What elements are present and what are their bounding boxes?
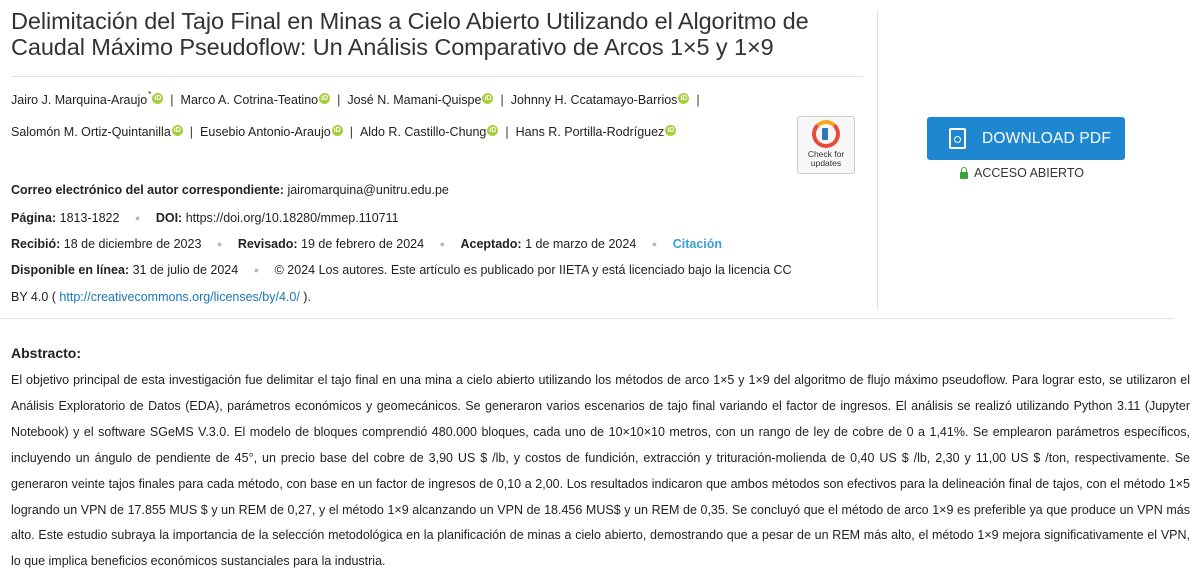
download-pdf-button[interactable]: DOWNLOAD PDF (927, 117, 1125, 160)
separator-dot: ● (439, 239, 445, 249)
abstract-heading: Abstracto: (11, 345, 82, 361)
section-divider (0, 318, 1174, 319)
author-name[interactable]: Salomón M. Ortiz-Quintanilla (11, 125, 171, 139)
email-label: Correo electrónico del autor correspondi… (11, 183, 284, 197)
citation-link[interactable]: Citación (673, 237, 722, 251)
column-divider (877, 10, 878, 310)
email-row: Correo electrónico del autor correspondi… (11, 183, 449, 197)
license-text: © 2024 Los autores. Este artículo es pub… (274, 263, 792, 277)
page-label: Página: (11, 211, 57, 225)
orcid-icon[interactable]: iD (482, 93, 494, 104)
author-name[interactable]: José N. Mamani-Quispe (347, 93, 481, 107)
crossmark-icon (812, 120, 840, 148)
open-access-label: ACCESO ABIERTO (974, 166, 1084, 180)
page-doi-row: Página: 1813-1822 ● DOI: https://doi.org… (11, 211, 399, 225)
license-continuation-row: BY 4.0 ( http://creativecommons.org/lice… (11, 290, 311, 304)
author-separator: | (170, 93, 174, 107)
open-lock-icon (960, 166, 968, 179)
author-list: Jairo J. Marquina-Araujo* iD | Marco A. Cot… (11, 85, 781, 143)
online-license-row: Disponible en línea: 31 de julio de 2024… (11, 263, 792, 277)
open-access-indicator: ACCESO ABIERTO (960, 166, 1084, 180)
doi-value: https://doi.org/10.18280/mmep.110711 (185, 211, 399, 225)
online-label: Disponible en línea: (11, 263, 130, 277)
dates-row: Recibió: 18 de diciembre de 2023 ● Revis… (11, 237, 722, 251)
orcid-icon[interactable]: iD (319, 93, 331, 104)
download-pdf-label: DOWNLOAD PDF (982, 129, 1111, 147)
author-separator: | (189, 125, 194, 139)
accepted-label: Aceptado: (460, 237, 522, 251)
orcid-icon[interactable]: iD (152, 93, 164, 104)
author-name[interactable]: Marco A. Cotrina-Teatino (181, 93, 319, 107)
separator-dot: ● (651, 239, 658, 249)
author-line-2: Salomón M. Ortiz-Quintanilla iD | Eusebio A… (11, 122, 781, 143)
license-continuation: BY 4.0 ( (11, 290, 56, 304)
orcid-icon[interactable]: iD (171, 125, 183, 136)
author-line-1: Jairo J. Marquina-Araujo* iD | Marco A. Cot… (11, 85, 781, 107)
check-for-updates-badge[interactable]: Check for updates (797, 116, 855, 174)
orcid-icon[interactable]: iD (487, 125, 499, 136)
revised-label: Revisado: (237, 237, 298, 251)
online-date: 31 de julio de 2024 (132, 263, 239, 277)
badge-line-2: updates (810, 158, 842, 168)
author-name[interactable]: Eusebio Antonio-Araujo (200, 125, 331, 139)
badge-label: Check for updates (798, 150, 854, 168)
separator-dot: ● (134, 213, 141, 223)
author-name[interactable]: Aldo R. Castillo-Chung (360, 125, 486, 139)
orcid-icon[interactable]: iD (331, 125, 343, 136)
article-title: Delimitación del Tajo Final en Minas a C… (11, 8, 809, 60)
abstract-text: El objetivo principal de esta investigac… (11, 373, 1190, 569)
doi-label: DOI: (155, 211, 183, 225)
received-date: 18 de diciembre de 2023 (63, 237, 202, 251)
pdf-file-icon (949, 128, 966, 149)
author-separator: | (349, 125, 353, 139)
author-separator: | (505, 125, 509, 139)
received-label: Recibió: (11, 237, 61, 251)
author-separator: | (500, 93, 504, 107)
accepted-date: 1 de marzo de 2024 (525, 237, 637, 251)
author-separator: | (696, 93, 700, 107)
author-separator: | (337, 93, 341, 107)
license-url-link[interactable]: http://creativecommons.org/licenses/by/4… (59, 290, 299, 304)
corresponding-author-mark: * (148, 90, 152, 99)
article-header: Delimitación del Tajo Final en Minas a C… (11, 8, 863, 143)
separator-dot: ● (216, 239, 223, 249)
title-divider (11, 76, 863, 77)
revised-date: 19 de febrero de 2024 (301, 237, 425, 251)
page-value: 1813-1822 (59, 211, 120, 225)
license-end: ). (303, 290, 311, 304)
orcid-icon[interactable]: iD (678, 93, 690, 104)
author-name[interactable]: Jairo J. Marquina-Araujo (11, 93, 147, 107)
separator-dot: ● (253, 265, 260, 275)
author-name[interactable]: Hans R. Portilla-Rodríguez (516, 125, 665, 139)
email-value: jairomarquina@unitru.edu.pe (287, 183, 449, 197)
author-name[interactable]: Johnny H. Ccatamayo-Barrios (511, 93, 678, 107)
orcid-icon[interactable]: iD (665, 125, 677, 136)
